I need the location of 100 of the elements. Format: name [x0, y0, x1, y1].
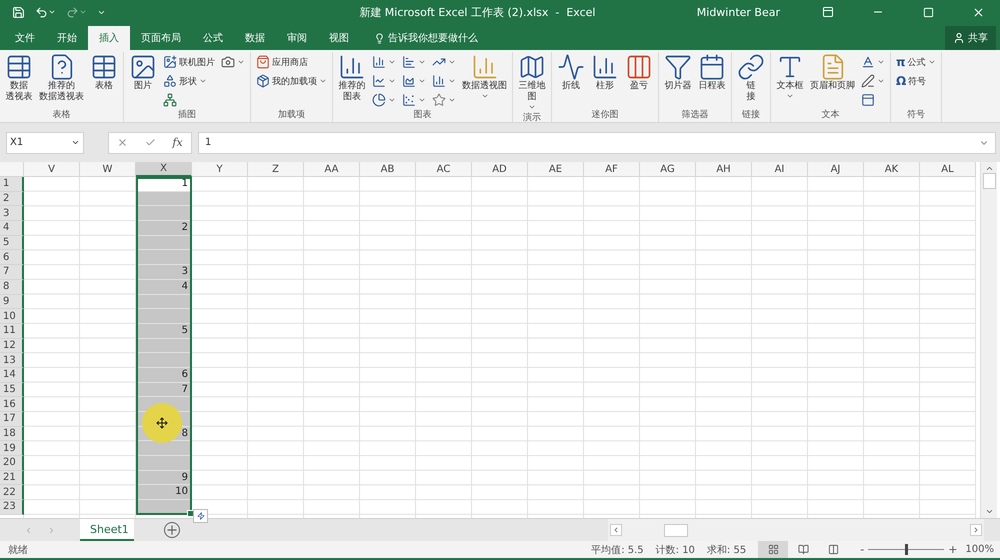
quick-analysis-button[interactable]	[193, 508, 208, 523]
scroll-down-icon[interactable]	[984, 507, 994, 516]
shapes-icon	[163, 74, 177, 88]
scroll-up-icon[interactable]	[984, 164, 994, 173]
share-button[interactable]: 共享	[945, 26, 996, 50]
maximize-icon	[922, 6, 934, 18]
formula-field[interactable]: 1	[198, 132, 996, 154]
column-header[interactable]: AD	[472, 162, 528, 177]
row-header[interactable]: 18	[0, 426, 24, 442]
area-chart-icon	[402, 74, 416, 88]
zoom-in-button[interactable]: +	[944, 543, 962, 556]
ribbon-button[interactable]: 柱形	[589, 52, 621, 109]
vertical-scrollbar[interactable]	[980, 162, 997, 518]
ribbon-button[interactable]: 推荐的 数据透视表	[37, 52, 86, 109]
ribbon-button[interactable]: π 公式	[894, 53, 938, 71]
ribbon-tab[interactable]: 视图	[318, 26, 360, 50]
view-button[interactable]	[758, 541, 788, 558]
enter-icon[interactable]	[144, 137, 156, 148]
ribbon-tab[interactable]: 公式	[192, 26, 234, 50]
object-icon	[861, 93, 875, 107]
row-header[interactable]: 22	[0, 485, 24, 500]
ribbon-button[interactable]: 折线	[555, 52, 587, 109]
column-header[interactable]: X	[136, 162, 192, 177]
ribbon-button[interactable]: 图片	[127, 52, 159, 109]
row-header[interactable]: 9	[0, 294, 24, 310]
row-header[interactable]: 6	[0, 250, 24, 266]
row-header[interactable]: 14	[0, 368, 24, 383]
signature-icon	[861, 74, 875, 88]
ribbon-button[interactable]: 应用商店	[254, 53, 329, 71]
ribbon-button[interactable]: 页眉和页脚	[808, 52, 857, 109]
redo-icon	[66, 6, 79, 18]
ribbon-button[interactable]: 我的加载项	[254, 72, 329, 90]
column-header[interactable]: W	[80, 162, 136, 177]
column-header[interactable]: AH	[696, 162, 752, 177]
ribbon-tab[interactable]: 数据	[234, 26, 276, 50]
row-header[interactable]: 19	[0, 441, 24, 456]
zoom-out-button[interactable]: -	[856, 543, 868, 556]
ribbon-button[interactable]: 链 接	[735, 52, 767, 109]
row-header[interactable]: 20	[0, 456, 24, 471]
cancel-icon[interactable]	[117, 137, 128, 148]
column-header[interactable]: Y	[192, 162, 248, 177]
zoom-thumb[interactable]	[905, 544, 908, 555]
column-header[interactable]: AE	[528, 162, 584, 177]
column-header[interactable]: AF	[584, 162, 640, 177]
row-header[interactable]: 13	[0, 353, 24, 368]
ribbon-button[interactable]: 切片器	[662, 52, 694, 109]
row-header[interactable]: 8	[0, 280, 24, 294]
scroll-thumb[interactable]	[982, 173, 996, 189]
ribbon-button[interactable]: Ω 符号	[894, 72, 938, 90]
ribbon-button[interactable]: 数据透视图	[460, 52, 509, 109]
ribbon-button[interactable]: 表格	[88, 52, 120, 109]
column-chart-icon	[372, 55, 386, 69]
ribbon-button[interactable]: 数据 透视表	[3, 52, 35, 109]
row-header[interactable]: 16	[0, 397, 24, 412]
normal-view-icon	[768, 544, 779, 555]
row-header[interactable]: 23	[0, 500, 24, 515]
row-header[interactable]: 3	[0, 206, 24, 222]
ribbon-tab[interactable]: 开始	[46, 26, 88, 50]
column-header[interactable]: AK	[864, 162, 920, 177]
ribbon-button[interactable]: 联机图片	[161, 53, 217, 71]
horizontal-scrollbar[interactable]	[608, 519, 984, 541]
row-header[interactable]: 7	[0, 265, 24, 280]
ribbon-button[interactable]: 文本框	[774, 52, 806, 109]
column-header[interactable]: AI	[752, 162, 808, 177]
column-header[interactable]: AB	[360, 162, 416, 177]
sheet-tab[interactable]: Sheet1	[80, 519, 134, 541]
name-box[interactable]: X1	[6, 132, 84, 154]
table-cell: 10	[136, 485, 192, 500]
row-header[interactable]: 21	[0, 470, 24, 486]
ribbon-button[interactable]: 日程表	[696, 52, 728, 109]
scroll-thumb[interactable]	[664, 524, 688, 536]
column-header[interactable]: V	[24, 162, 80, 177]
caret-icon	[928, 58, 936, 66]
ribbon-button[interactable]: 推荐的 图表	[336, 52, 368, 109]
row-header[interactable]: 5	[0, 236, 24, 250]
row-header[interactable]: 1	[0, 177, 24, 192]
row-header[interactable]: 2	[0, 192, 24, 206]
row-header[interactable]: 17	[0, 412, 24, 427]
ribbon-tab[interactable]: 审阅	[276, 26, 318, 50]
tell-me-field[interactable]: 告诉我你想要做什么	[368, 26, 484, 50]
ribbon-tab[interactable]: 页面布局	[130, 26, 192, 50]
column-header[interactable]: AC	[416, 162, 472, 177]
column-header[interactable]: Z	[248, 162, 304, 177]
column-header[interactable]: AG	[640, 162, 696, 177]
ribbon-button[interactable]: 形状	[161, 72, 217, 90]
row-header[interactable]: 10	[0, 309, 24, 324]
ribbon-button[interactable]: 三维地 图	[516, 52, 548, 112]
row-header[interactable]: 11	[0, 324, 24, 339]
ribbon-button[interactable]: 盈亏	[623, 52, 655, 109]
ribbon-tab[interactable]: 文件	[4, 26, 46, 50]
row-header[interactable]: 15	[0, 382, 24, 398]
column-header[interactable]: AL	[920, 162, 976, 177]
column-header[interactable]: AJ	[808, 162, 864, 177]
group-label: 演示	[522, 112, 542, 125]
row-header[interactable]: 4	[0, 221, 24, 236]
ribbon-tab[interactable]: 插入	[88, 26, 130, 50]
group-label: 文本	[820, 109, 840, 122]
insert-function-button[interactable]: fx	[172, 136, 183, 149]
column-header[interactable]: AA	[304, 162, 360, 177]
row-header[interactable]: 12	[0, 338, 24, 354]
